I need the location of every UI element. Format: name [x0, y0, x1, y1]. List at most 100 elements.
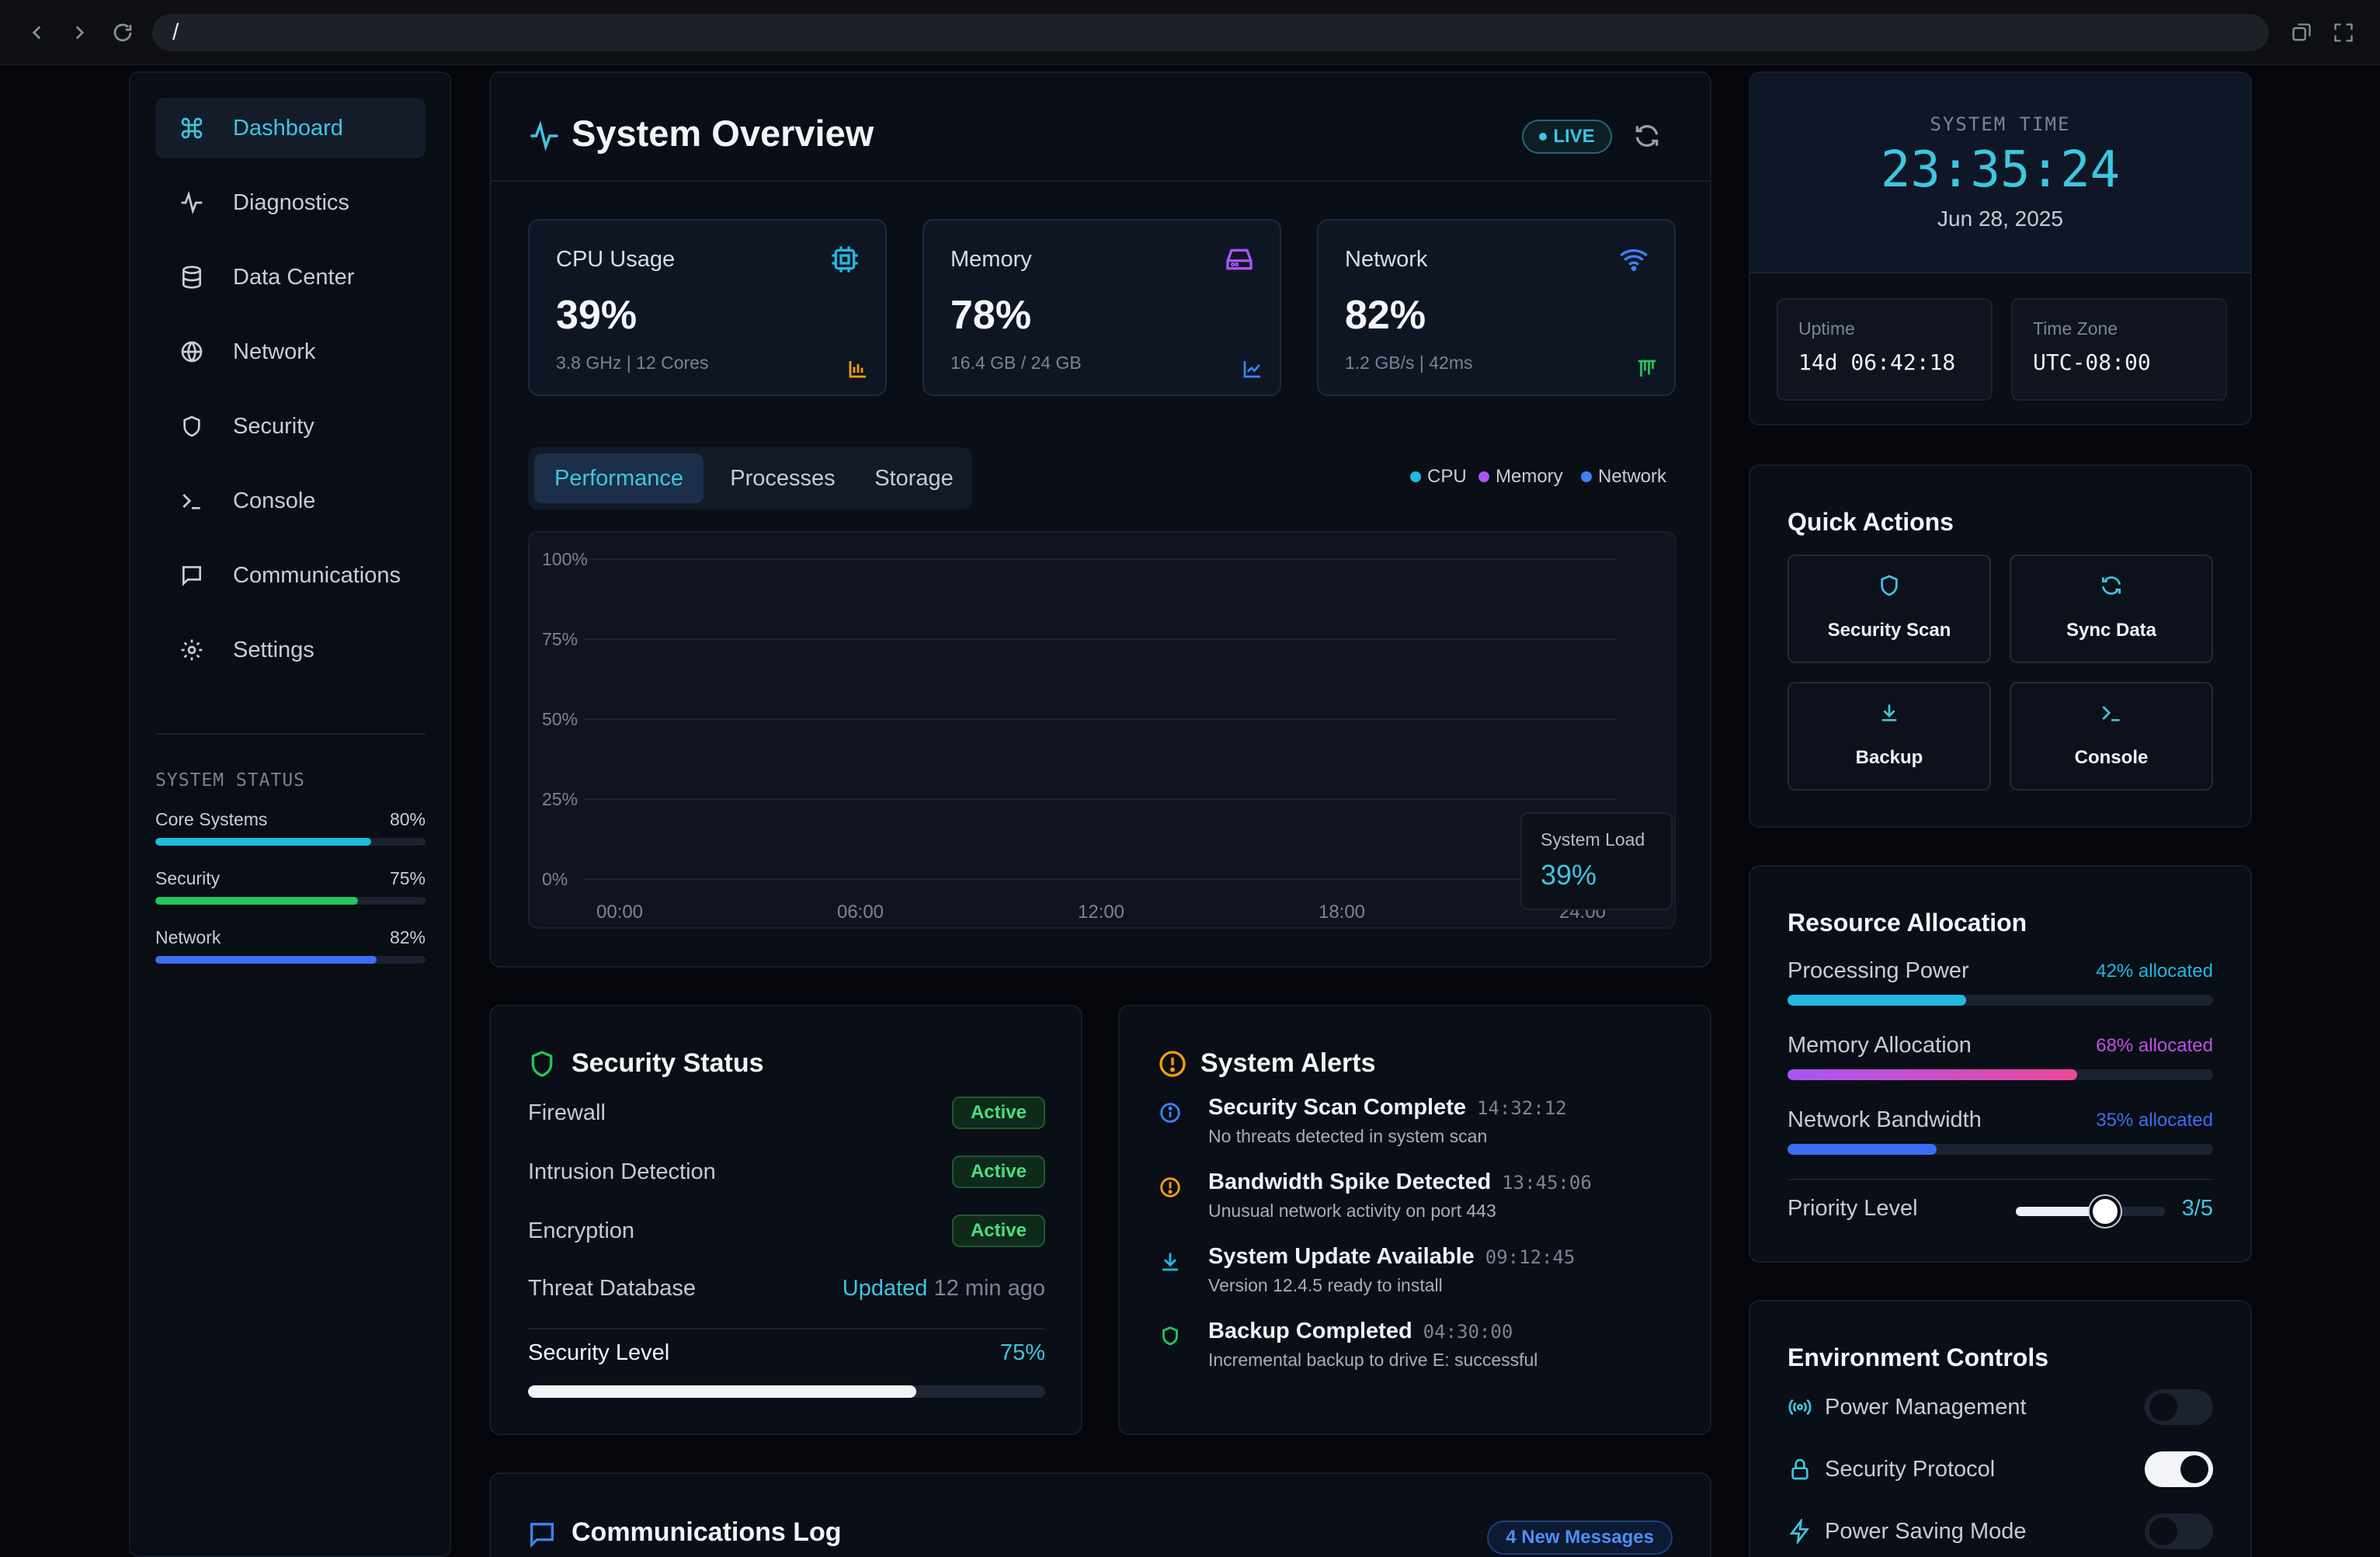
env-label: Power Saving Mode	[1825, 1518, 2027, 1544]
legend-label: Memory	[1496, 466, 1563, 487]
alert-time: 14:32:12	[1477, 1097, 1567, 1119]
sidebar-item-network[interactable]: Network	[155, 321, 426, 382]
hard-drive-icon	[1224, 244, 1255, 275]
forward-icon[interactable]	[64, 17, 95, 48]
priority-value: 3/5	[2181, 1196, 2213, 1221]
security-level-label: Security Level	[528, 1340, 670, 1365]
env-label: Security Protocol	[1825, 1456, 1996, 1482]
resource-value: 68% allocated	[2096, 1034, 2213, 1056]
activity-icon	[528, 120, 561, 156]
timezone-label: Time Zone	[2033, 318, 2118, 339]
sidebar-item-dashboard[interactable]: Dashboard	[155, 98, 426, 158]
status-label: Security	[155, 868, 221, 888]
alert-time: 04:30:00	[1423, 1321, 1513, 1343]
sidebar-item-security[interactable]: Security	[155, 396, 426, 457]
progress-fill	[155, 897, 358, 905]
wifi-icon	[1618, 244, 1649, 275]
system-load-value: 39%	[1541, 859, 1597, 891]
status-value: 75%	[389, 868, 426, 888]
sidebar-item-settings[interactable]: Settings	[155, 620, 426, 680]
metric-cpu[interactable]: CPU Usage 39% 3.8 GHz | 12 Cores	[528, 219, 887, 396]
y-tick-label: 0%	[542, 869, 568, 889]
console-button[interactable]: Console	[2010, 682, 2213, 791]
sidebar-item-label: Network	[233, 339, 316, 364]
shield-icon	[179, 413, 205, 440]
env-row-power-management: Power Management	[1788, 1388, 2213, 1426]
status-bar	[155, 956, 426, 964]
message-icon	[179, 562, 205, 589]
warning-icon	[1157, 1174, 1183, 1201]
info-icon	[1157, 1100, 1183, 1126]
power-management-toggle[interactable]	[2145, 1389, 2213, 1425]
tab-processes[interactable]: Processes	[708, 454, 857, 503]
status-badge: Active	[951, 1156, 1045, 1188]
security-protocol-toggle[interactable]	[2145, 1451, 2213, 1487]
resource-allocation-title: Resource Allocation	[1788, 909, 2027, 937]
security-row-intrusion: Intrusion Detection Active	[528, 1152, 1045, 1191]
slider-handle[interactable]	[2090, 1196, 2121, 1227]
alert-desc: Incremental backup to drive E: successfu…	[1208, 1350, 1538, 1370]
tabs-icon[interactable]	[2286, 17, 2317, 48]
resource-label: Memory Allocation	[1788, 1033, 1972, 1058]
fullscreen-icon[interactable]	[2328, 17, 2359, 48]
sidebar-item-diagnostics[interactable]: Diagnostics	[155, 172, 426, 233]
reload-icon[interactable]	[107, 17, 138, 48]
uptime-box: Uptime 14d 06:42:18	[1777, 298, 1993, 401]
communications-log-panel: Communications Log 4 New Messages	[489, 1472, 1711, 1557]
sidebar-item-console[interactable]: Console	[155, 471, 426, 531]
tab-storage[interactable]: Storage	[863, 454, 964, 503]
system-alerts-title: System Alerts	[1200, 1048, 1376, 1078]
metric-memory[interactable]: Memory 78% 16.4 GB / 24 GB	[922, 219, 1281, 396]
security-row-threat-db: Threat Database Updated 12 min ago	[528, 1269, 1045, 1308]
security-scan-button[interactable]: Security Scan	[1788, 554, 1991, 663]
sidebar-item-communications[interactable]: Communications	[155, 545, 426, 606]
timezone-box: Time Zone UTC-08:00	[2011, 298, 2227, 401]
metric-network[interactable]: Network 82% 1.2 GB/s | 42ms	[1317, 219, 1676, 396]
chart-tabs: Performance Processes Storage	[528, 447, 972, 509]
metric-detail: 1.2 GB/s | 42ms	[1345, 353, 1473, 373]
security-level-value: 75%	[999, 1340, 1045, 1365]
command-icon	[179, 115, 205, 141]
progress-fill	[155, 838, 372, 846]
live-dot	[1539, 133, 1548, 141]
alert-title-row: Backup Completed 04:30:00	[1208, 1319, 1513, 1344]
legend-label: Network	[1598, 466, 1667, 487]
progress-fill	[1788, 1069, 2077, 1080]
system-load-label: System Load	[1541, 829, 1645, 850]
tab-performance[interactable]: Performance	[534, 454, 704, 503]
sidebar-item-label: Security	[233, 413, 314, 439]
system-alerts-panel: System Alerts Security Scan Complete 14:3…	[1118, 1005, 1711, 1435]
security-status-title: Security Status	[572, 1048, 764, 1078]
status-value: 82%	[389, 927, 426, 947]
alert-desc: No threats detected in system scan	[1208, 1126, 1488, 1146]
alert-title-row: Bandwidth Spike Detected 13:45:06	[1208, 1169, 1592, 1195]
activity-icon	[179, 189, 205, 216]
resource-divider	[1788, 1179, 2213, 1180]
sidebar: Dashboard Diagnostics Data Center Networ…	[129, 71, 451, 1557]
resource-bar	[1788, 1069, 2213, 1080]
metric-value: 82%	[1345, 293, 1426, 338]
legend-network: Network	[1581, 466, 1666, 488]
power-saving-toggle[interactable]	[2145, 1514, 2213, 1549]
zap-icon	[1788, 1517, 1812, 1546]
backup-button[interactable]: Backup	[1788, 682, 1991, 791]
page-title: System Overview	[572, 113, 874, 154]
sidebar-item-data-center[interactable]: Data Center	[155, 247, 426, 308]
toggle-knob	[2149, 1517, 2177, 1545]
back-icon[interactable]	[22, 17, 53, 48]
alert-desc: Version 12.4.5 ready to install	[1208, 1275, 1443, 1295]
quick-actions-panel: Quick Actions Security Scan Sync Data Ba…	[1749, 464, 2252, 828]
quick-actions-title: Quick Actions	[1788, 508, 1954, 536]
action-label: Security Scan	[1827, 620, 1951, 641]
new-messages-badge[interactable]: 4 New Messages	[1487, 1521, 1673, 1555]
toggle-knob	[2180, 1455, 2208, 1483]
url-bar[interactable]: /	[152, 14, 2269, 51]
chart-canvas: 100%75%50%25%0%00:00 06:00 12:00 18:00 24:00	[542, 549, 1617, 923]
live-badge: LIVE	[1522, 120, 1612, 154]
refresh-icon[interactable]	[1632, 121, 1662, 155]
x-tick-label: 06:00	[837, 902, 884, 923]
sync-data-button[interactable]: Sync Data	[2010, 554, 2213, 663]
priority-slider[interactable]	[2016, 1196, 2165, 1227]
metric-detail: 3.8 GHz | 12 Cores	[556, 353, 709, 373]
status-label: Core Systems	[155, 809, 268, 829]
